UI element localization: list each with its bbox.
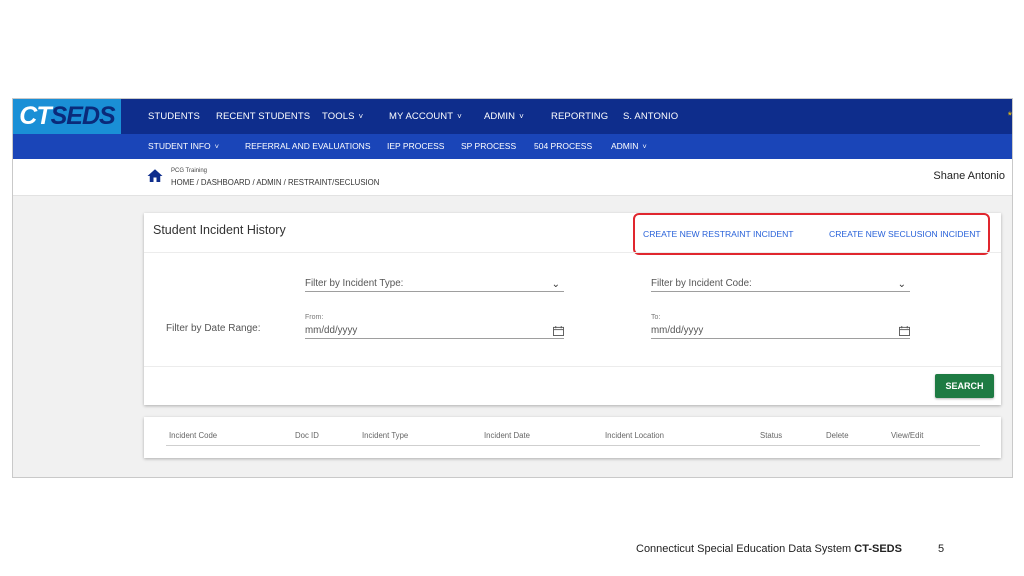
logo-text-ct: CT xyxy=(19,102,51,130)
home-icon[interactable] xyxy=(146,167,164,185)
subnav-label: STUDENT INFO xyxy=(148,141,211,151)
nav-reporting[interactable]: REPORTING xyxy=(551,99,608,134)
table-header-divider xyxy=(166,445,980,446)
user-name: Shane Antonio xyxy=(933,170,1005,182)
column-header[interactable]: Incident Date xyxy=(484,431,530,440)
subnav-admin[interactable]: ADMIN ˅ xyxy=(611,134,647,159)
calendar-icon[interactable] xyxy=(899,326,910,336)
incident-code-placeholder: Filter by Incident Code: xyxy=(651,278,752,289)
subnav-label: REFERRAL AND EVALUATIONS xyxy=(245,141,371,151)
from-label: From: xyxy=(305,314,324,321)
subnav-label: IEP PROCESS xyxy=(387,141,445,151)
nav-admin[interactable]: ADMIN ˅ xyxy=(484,99,524,134)
from-date-input[interactable]: From: mm/dd/yyyy xyxy=(305,314,564,339)
search-button[interactable]: SEARCH xyxy=(935,374,994,398)
panel-title: Student Incident History xyxy=(153,223,286,237)
organization-name: PCG Training xyxy=(171,168,208,174)
subnav-504-process[interactable]: 504 PROCESS xyxy=(534,134,592,159)
create-seclusion-link[interactable]: CREATE NEW SECLUSION INCIDENT xyxy=(829,229,981,239)
subnav-sp-process[interactable]: SP PROCESS xyxy=(461,134,516,159)
divider xyxy=(144,252,1001,253)
column-header[interactable]: Delete xyxy=(826,431,849,440)
nav-alert-marker: * xyxy=(1007,110,1012,122)
incident-code-select[interactable]: Filter by Incident Code: ⌄ xyxy=(651,276,910,292)
column-header[interactable]: Status xyxy=(760,431,782,440)
nav-user[interactable]: S. ANTONIO xyxy=(623,99,678,134)
page-number: 5 xyxy=(938,543,945,555)
chevron-down-icon: ˅ xyxy=(214,142,220,151)
incident-type-select[interactable]: Filter by Incident Type: ⌄ xyxy=(305,276,564,292)
from-placeholder: mm/dd/yyyy xyxy=(305,325,358,336)
nav-label: TOOLS xyxy=(322,111,355,122)
chevron-down-icon: ⌄ xyxy=(551,279,560,290)
chevron-down-icon: ˅ xyxy=(457,112,462,121)
column-header[interactable]: Doc ID xyxy=(295,431,319,440)
column-header[interactable]: Incident Type xyxy=(362,431,408,440)
chevron-down-icon: ⌄ xyxy=(897,279,906,290)
breadcrumb[interactable]: HOME / DASHBOARD / ADMIN / RESTRAINT/SEC… xyxy=(171,178,379,187)
divider xyxy=(144,366,1001,367)
incident-results-table: Incident Code Doc ID Incident Type Incid… xyxy=(144,417,1001,458)
to-placeholder: mm/dd/yyyy xyxy=(651,325,704,336)
footer-text: Connecticut Special Education Data Syste… xyxy=(636,543,855,555)
slide-footer: Connecticut Special Education Data Syste… xyxy=(636,543,902,555)
app-window: CT SEDS STUDENTS RECENT STUDENTS TOOLS ˅ M… xyxy=(12,98,1013,478)
logo-text-seds: SEDS xyxy=(50,102,116,130)
primary-nav: CT SEDS STUDENTS RECENT STUDENTS TOOLS ˅ M… xyxy=(13,99,1012,134)
secondary-nav: STUDENT INFO ˅ REFERRAL AND EVALUATIONS I… xyxy=(13,134,1012,159)
nav-students[interactable]: STUDENTS xyxy=(148,99,200,134)
nav-label: RECENT STUDENTS xyxy=(216,111,311,122)
nav-label: MY ACCOUNT xyxy=(389,111,454,122)
column-header[interactable]: View/Edit xyxy=(891,431,923,440)
date-range-label: Filter by Date Range: xyxy=(166,323,261,334)
subnav-student-info[interactable]: STUDENT INFO ˅ xyxy=(148,134,219,159)
nav-label: REPORTING xyxy=(551,111,609,122)
subnav-label: SP PROCESS xyxy=(461,141,517,151)
column-header[interactable]: Incident Code xyxy=(169,431,217,440)
subnav-label: ADMIN xyxy=(611,141,639,151)
nav-label: STUDENTS xyxy=(148,111,200,122)
to-label: To: xyxy=(651,314,661,321)
create-links-highlight: CREATE NEW RESTRAINT INCIDENT CREATE NEW… xyxy=(633,213,990,255)
nav-my-account[interactable]: MY ACCOUNT ˅ xyxy=(389,99,462,134)
chevron-down-icon: ˅ xyxy=(642,142,647,151)
subnav-label: 504 PROCESS xyxy=(534,141,593,151)
calendar-icon[interactable] xyxy=(553,326,564,336)
nav-label: ADMIN xyxy=(484,111,516,122)
chevron-down-icon: ˅ xyxy=(519,112,524,121)
incident-history-panel: Student Incident History CREATE NEW REST… xyxy=(144,213,1001,405)
footer-brand: CT-SEDS xyxy=(854,543,902,555)
incident-type-placeholder: Filter by Incident Type: xyxy=(305,278,404,289)
nav-label: S. ANTONIO xyxy=(623,111,679,122)
nav-tools[interactable]: TOOLS ˅ xyxy=(322,99,363,134)
breadcrumb-bar: PCG Training HOME / DASHBOARD / ADMIN / … xyxy=(13,159,1012,196)
column-header[interactable]: Incident Location xyxy=(605,431,664,440)
chevron-down-icon: ˅ xyxy=(358,112,364,121)
subnav-iep-process[interactable]: IEP PROCESS xyxy=(387,134,444,159)
nav-recent-students[interactable]: RECENT STUDENTS xyxy=(216,99,310,134)
subnav-referral[interactable]: REFERRAL AND EVALUATIONS xyxy=(245,134,370,159)
ctseds-logo[interactable]: CT SEDS xyxy=(13,99,121,134)
to-date-input[interactable]: To: mm/dd/yyyy xyxy=(651,314,910,339)
create-restraint-link[interactable]: CREATE NEW RESTRAINT INCIDENT xyxy=(643,229,794,239)
